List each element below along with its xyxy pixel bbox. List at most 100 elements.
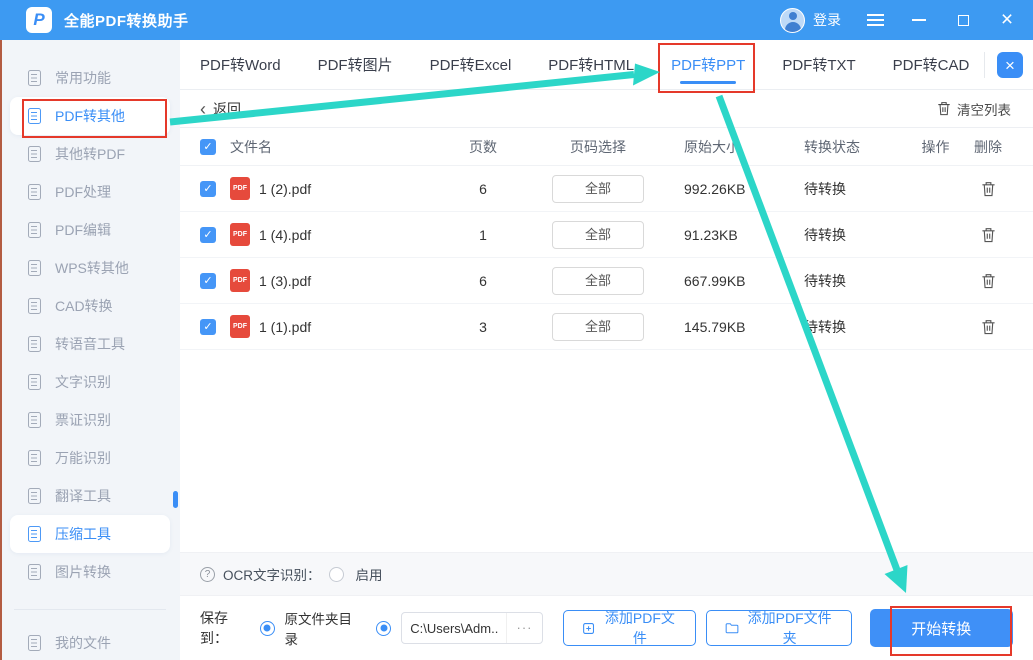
page-select-button[interactable]: 全部 <box>552 313 644 341</box>
row-checkbox[interactable] <box>200 319 216 335</box>
tab-pdf-to-txt[interactable]: PDF转TXT <box>782 40 855 89</box>
tab-pdf-to-html[interactable]: PDF转HTML <box>548 40 634 89</box>
filename: 1 (3).pdf <box>259 273 311 289</box>
sidebar-item-label: CAD转换 <box>55 296 113 316</box>
sidebar-item-wps-to-other[interactable]: WPS转其他 <box>10 249 170 287</box>
row-checkbox[interactable] <box>200 181 216 197</box>
ocr-enable-radio[interactable] <box>329 567 344 582</box>
row-checkbox[interactable] <box>200 273 216 289</box>
header-size: 原始大小 <box>678 137 798 157</box>
pdf-file-icon: PDF <box>230 177 250 200</box>
header-status: 转换状态 <box>798 137 908 157</box>
back-chevron-icon <box>200 102 206 116</box>
browse-path-button[interactable]: ··· <box>506 613 542 643</box>
sidebar-item-label: 票证识别 <box>55 410 111 430</box>
sidebar-item-universal-ocr[interactable]: 万能识别 <box>10 439 170 477</box>
clear-list-label: 清空列表 <box>957 99 1011 119</box>
file-size: 667.99KB <box>678 273 798 289</box>
ocr-label: OCR文字识别： <box>223 564 321 584</box>
other-to-pdf-icon <box>28 146 41 162</box>
add-pdf-folder-label: 添加PDF文件夹 <box>747 608 833 648</box>
sidebar-item-label: 其他转PDF <box>55 144 125 164</box>
delete-row-button[interactable] <box>981 319 996 335</box>
pdf-file-icon: PDF <box>230 315 250 338</box>
header-delete: 删除 <box>963 137 1013 157</box>
add-pdf-folder-button[interactable]: 添加PDF文件夹 <box>706 610 852 646</box>
login-button[interactable]: 登录 <box>813 10 841 30</box>
sidebar-item-compress[interactable]: 压缩工具 <box>10 515 170 553</box>
tabbar-divider <box>984 52 985 78</box>
save-path-input[interactable] <box>402 621 506 636</box>
clear-list-button[interactable]: 清空列表 <box>937 99 1011 119</box>
pdf-to-other-icon <box>28 108 41 124</box>
convert-status: 待转换 <box>798 225 908 245</box>
tabbar-close-button[interactable] <box>997 52 1023 78</box>
page-count: 6 <box>448 273 518 289</box>
sidebar-item-pdf-to-other[interactable]: PDF转其他 <box>10 97 170 135</box>
sidebar-item-label: 压缩工具 <box>55 524 111 544</box>
maximize-icon <box>958 15 969 26</box>
table-header: 文件名 页数 页码选择 原始大小 转换状态 操作 删除 <box>180 128 1033 166</box>
delete-row-button[interactable] <box>981 227 996 243</box>
sidebar-item-label: 万能识别 <box>55 448 111 468</box>
sidebar-item-cad-convert[interactable]: CAD转换 <box>10 287 170 325</box>
delete-row-button[interactable] <box>981 181 996 197</box>
sidebar-item-common-functions[interactable]: 常用功能 <box>10 59 170 97</box>
tab-bar: PDF转Word PDF转图片 PDF转Excel PDF转HTML PDF转P… <box>180 40 1033 90</box>
sidebar-scrollbar-thumb[interactable] <box>173 491 178 508</box>
add-pdf-files-button[interactable]: 添加PDF文件 <box>563 610 696 646</box>
sidebar-item-to-audio[interactable]: 转语音工具 <box>10 325 170 363</box>
sidebar-item-ticket-ocr[interactable]: 票证识别 <box>10 401 170 439</box>
sidebar: 常用功能 PDF转其他 其他转PDF PDF处理 PDF编辑 WPS转其他 CA… <box>0 40 180 660</box>
save-original-dir-radio[interactable] <box>260 621 275 636</box>
save-path-box: ··· <box>401 612 543 644</box>
delete-row-button[interactable] <box>981 273 996 289</box>
sidebar-item-pdf-edit[interactable]: PDF编辑 <box>10 211 170 249</box>
sidebar-item-translate[interactable]: 翻译工具 <box>10 477 170 515</box>
page-select-button[interactable]: 全部 <box>552 221 644 249</box>
sidebar-item-other-to-pdf[interactable]: 其他转PDF <box>10 135 170 173</box>
main-content: PDF转Word PDF转图片 PDF转Excel PDF转HTML PDF转P… <box>180 40 1033 660</box>
filename: 1 (2).pdf <box>259 181 311 197</box>
sidebar-item-text-ocr[interactable]: 文字识别 <box>10 363 170 401</box>
file-size: 91.23KB <box>678 227 798 243</box>
sidebar-item-label: 我的文件 <box>55 633 111 653</box>
start-convert-button[interactable]: 开始转换 <box>870 609 1013 647</box>
maximize-button[interactable] <box>953 10 973 30</box>
back-button[interactable]: 返回 <box>200 99 241 119</box>
list-toolbar: 返回 清空列表 <box>180 90 1033 128</box>
sidebar-item-image-convert[interactable]: 图片转换 <box>10 553 170 591</box>
page-count: 1 <box>448 227 518 243</box>
page-select-button[interactable]: 全部 <box>552 267 644 295</box>
help-icon[interactable] <box>200 567 215 582</box>
sidebar-item-pdf-process[interactable]: PDF处理 <box>10 173 170 211</box>
sidebar-divider <box>14 609 166 610</box>
window-left-edge <box>0 40 2 660</box>
table-empty-area <box>180 350 1033 552</box>
sidebar-item-label: WPS转其他 <box>55 258 129 278</box>
footer-bar: 保存到： 原文件夹目录 ··· 添加PDF文件 添加PDF文件夹 <box>180 596 1033 660</box>
table-row: PDF 1 (3).pdf 6 全部 667.99KB 待转换 <box>180 258 1033 304</box>
sidebar-item-my-files[interactable]: 我的文件 <box>10 624 170 660</box>
page-select-button[interactable]: 全部 <box>552 175 644 203</box>
tab-pdf-to-word[interactable]: PDF转Word <box>200 40 281 89</box>
tab-pdf-to-ppt[interactable]: PDF转PPT <box>671 40 745 89</box>
ticket-ocr-icon <box>28 412 41 428</box>
user-avatar[interactable] <box>780 8 805 33</box>
table-row: PDF 1 (2).pdf 6 全部 992.26KB 待转换 <box>180 166 1033 212</box>
menu-button[interactable] <box>865 10 885 30</box>
row-checkbox[interactable] <box>200 227 216 243</box>
pdf-file-icon: PDF <box>230 269 250 292</box>
save-custom-dir-radio[interactable] <box>376 621 391 636</box>
tab-pdf-to-excel[interactable]: PDF转Excel <box>430 40 512 89</box>
select-all-checkbox[interactable] <box>200 139 216 155</box>
tab-pdf-to-image[interactable]: PDF转图片 <box>318 40 393 89</box>
universal-ocr-icon <box>28 450 41 466</box>
to-audio-icon <box>28 336 41 352</box>
pdf-edit-icon <box>28 222 41 238</box>
minimize-button[interactable] <box>909 10 929 30</box>
sidebar-item-label: PDF处理 <box>55 182 111 202</box>
tab-pdf-to-cad[interactable]: PDF转CAD <box>893 40 970 89</box>
close-button[interactable] <box>997 10 1017 30</box>
my-files-icon <box>28 635 41 651</box>
